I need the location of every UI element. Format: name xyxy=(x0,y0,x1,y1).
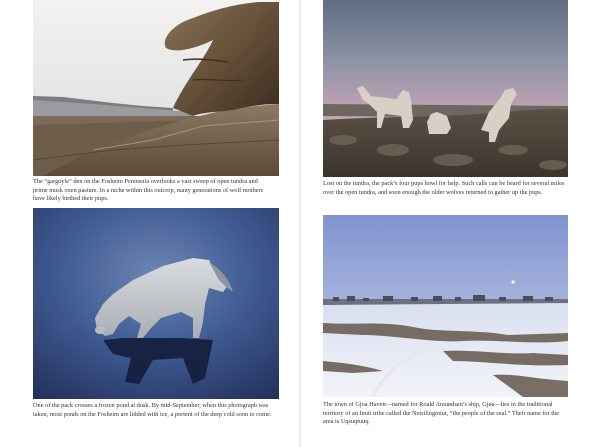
gargoyle-den-photo xyxy=(33,0,279,176)
wolf-frozen-pond-caption: One of the pack crosses a frozen pond at… xyxy=(33,402,272,418)
howling-pups-caption: Lost on the tundra, the pack’s four pups… xyxy=(323,180,565,196)
book-gutter xyxy=(299,0,301,447)
gjoa-haven-photo xyxy=(323,215,568,397)
gargoyle-den-caption: The “gargoyle” den on the Fosheim Penins… xyxy=(33,178,264,203)
gjoa-haven-caption: The town of Gjoa Haven—named for Roald A… xyxy=(323,401,559,426)
howling-pups-photo xyxy=(323,0,568,177)
book-spread: The “gargoyle” den on the Fosheim Penins… xyxy=(0,0,600,447)
wolf-frozen-pond-photo xyxy=(33,208,279,399)
